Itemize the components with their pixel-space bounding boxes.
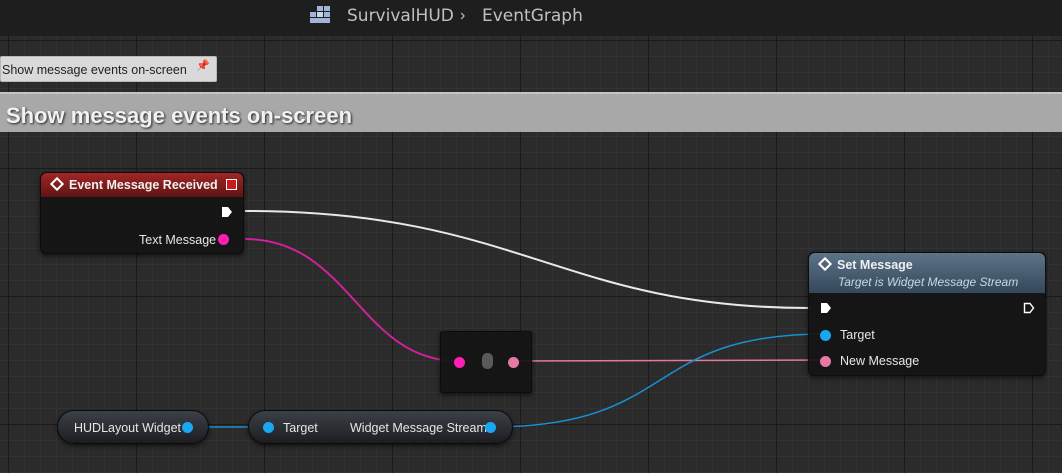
pin-icon[interactable]: 📌 bbox=[196, 59, 210, 72]
exec-in-pin-icon[interactable] bbox=[820, 302, 832, 314]
stream-output-pin-icon[interactable] bbox=[485, 422, 496, 433]
event-node-title: Event Message Received bbox=[69, 178, 218, 192]
text-message-pin-label: Text Message bbox=[139, 233, 217, 247]
exec-out-pin-icon[interactable] bbox=[221, 206, 233, 218]
event-diamond-icon bbox=[49, 176, 65, 192]
comment-title: Show message events on-screen bbox=[6, 103, 353, 128]
reroute-knot-icon bbox=[482, 353, 493, 369]
breadcrumb-blueprint[interactable]: SurvivalHUD bbox=[347, 6, 454, 26]
set-message-header[interactable]: Set Message Target is Widget Message Str… bbox=[809, 253, 1045, 293]
hud-layout-output-pin-icon[interactable] bbox=[182, 422, 193, 433]
breadcrumb-graph[interactable]: EventGraph bbox=[482, 6, 583, 26]
hud-layout-widget-node[interactable]: HUDLayout Widget bbox=[57, 410, 209, 444]
comment-tooltip: Show message events on-screen 📌 bbox=[0, 56, 217, 82]
widget-message-stream-node[interactable]: Target Widget Message Stream bbox=[248, 410, 513, 444]
set-message-subtitle: Target is Widget Message Stream bbox=[838, 275, 1019, 289]
text-message-pin-icon[interactable] bbox=[218, 234, 229, 245]
stream-target-pin-icon[interactable] bbox=[263, 422, 274, 433]
new-message-pin-icon[interactable] bbox=[820, 356, 831, 367]
target-pin-icon[interactable] bbox=[820, 330, 831, 341]
graph-header-bar: SurvivalHUD › EventGraph bbox=[0, 0, 1062, 36]
reroute-output-pin-icon[interactable] bbox=[508, 357, 519, 368]
target-pin-label: Target bbox=[840, 328, 875, 342]
hud-layout-widget-label: HUDLayout Widget bbox=[74, 421, 181, 435]
comment-box-header[interactable]: Show message events on-screen bbox=[0, 92, 1062, 132]
new-message-pin-label: New Message bbox=[840, 354, 920, 368]
event-delegate-pin-icon[interactable] bbox=[226, 179, 237, 190]
event-message-received-node[interactable]: Event Message Received Text Message bbox=[40, 172, 244, 254]
event-node-header[interactable]: Event Message Received bbox=[41, 173, 243, 197]
breadcrumb-separator-icon: › bbox=[460, 7, 466, 24]
function-diamond-icon bbox=[817, 256, 833, 272]
reroute-node[interactable] bbox=[440, 331, 532, 393]
blueprint-icon bbox=[310, 6, 330, 23]
set-message-title: Set Message bbox=[837, 258, 913, 272]
tooltip-text: Show message events on-screen bbox=[2, 63, 187, 77]
exec-out-pin-icon[interactable] bbox=[1023, 302, 1035, 314]
set-message-node[interactable]: Set Message Target is Widget Message Str… bbox=[808, 252, 1046, 376]
stream-output-label: Widget Message Stream bbox=[350, 421, 487, 435]
reroute-input-pin-icon[interactable] bbox=[454, 357, 465, 368]
stream-target-label: Target bbox=[283, 421, 318, 435]
